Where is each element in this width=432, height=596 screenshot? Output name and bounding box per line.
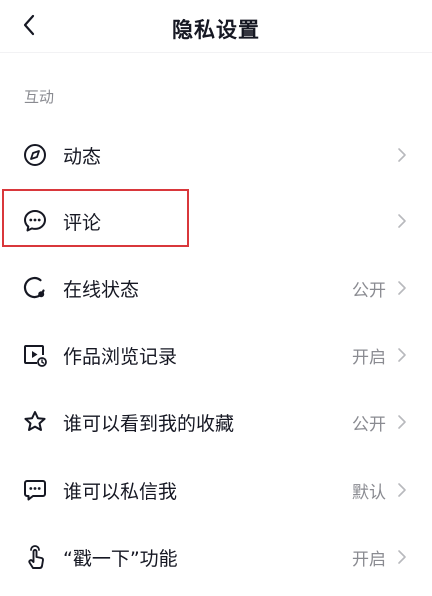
chevron-right-icon	[396, 146, 408, 164]
page-title: 隐私设置	[172, 18, 260, 42]
chevron-right-icon	[396, 346, 408, 364]
setting-item-label: 谁可以私信我	[63, 480, 178, 503]
chevron-right-icon	[396, 413, 408, 431]
chevron-right-icon	[396, 548, 408, 566]
view-history-icon	[22, 342, 48, 368]
setting-item-value: 公开	[352, 280, 386, 301]
setting-item-poke[interactable]: “戳一下”功能 开启	[0, 524, 432, 590]
setting-item-view-history[interactable]: 作品浏览记录 开启	[0, 322, 432, 388]
setting-item-label: 在线状态	[63, 278, 140, 301]
setting-item-direct-message[interactable]: 谁可以私信我 默认	[0, 457, 432, 523]
setting-item-label: 谁可以看到我的收藏	[63, 412, 235, 435]
chevron-right-icon	[396, 481, 408, 499]
setting-item-value: 公开	[352, 414, 386, 435]
setting-item-favorites-visibility[interactable]: 谁可以看到我的收藏 公开	[0, 389, 432, 455]
compass-icon	[22, 142, 48, 168]
setting-item-value: 开启	[352, 549, 386, 570]
setting-item-comments[interactable]: 评论	[0, 188, 432, 254]
comment-icon	[22, 208, 48, 234]
star-icon	[22, 409, 48, 435]
setting-item-online-status[interactable]: 在线状态 公开	[0, 255, 432, 321]
chevron-right-icon	[396, 212, 408, 230]
setting-item-label: “戳一下”功能	[63, 547, 178, 570]
message-icon	[22, 477, 48, 503]
setting-item-value: 开启	[352, 347, 386, 368]
setting-item-label: 评论	[63, 211, 102, 234]
chevron-right-icon	[396, 279, 408, 297]
setting-item-label: 作品浏览记录	[63, 345, 178, 368]
setting-item-value: 默认	[352, 482, 386, 503]
top-bar: 隐私设置	[0, 0, 432, 53]
setting-item-label: 动态	[63, 145, 102, 168]
setting-item-moments[interactable]: 动态	[0, 122, 432, 188]
section-label-interaction: 互动	[24, 88, 55, 106]
online-status-icon	[22, 275, 48, 301]
poke-hand-icon	[22, 544, 48, 570]
